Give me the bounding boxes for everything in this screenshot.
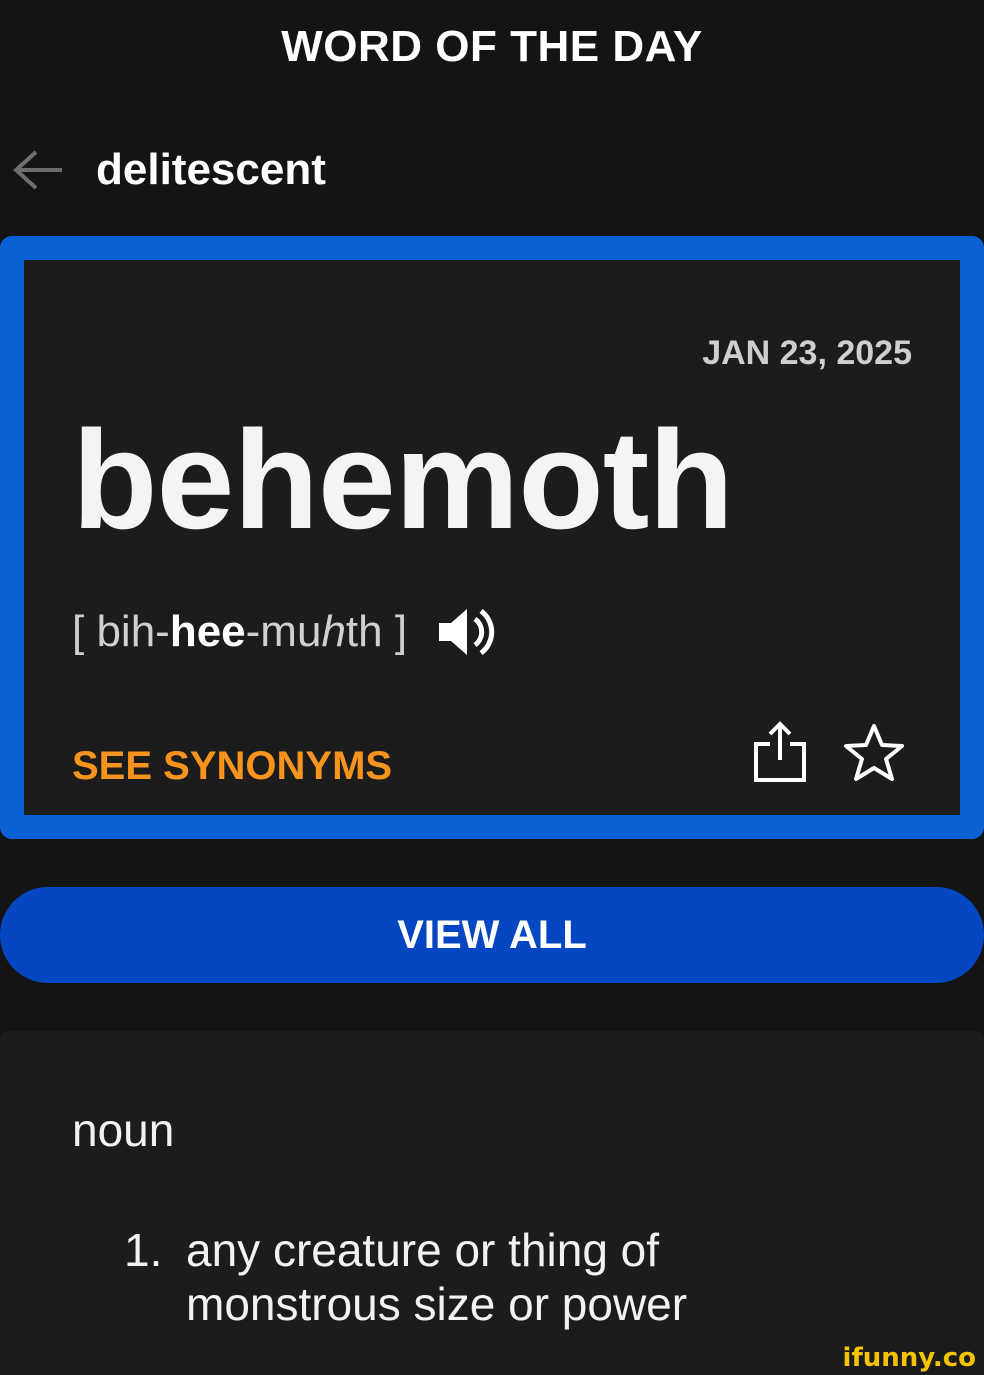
word-date: JAN 23, 2025 — [702, 334, 912, 372]
definition-panel: noun 1. any creature or thing of monstro… — [0, 1031, 984, 1375]
speaker-icon[interactable] — [437, 605, 497, 659]
definition-number: 1. — [124, 1224, 163, 1276]
ifunny-watermark: ifunny.co — [842, 1343, 976, 1373]
back-arrow-icon[interactable] — [10, 142, 66, 198]
see-synonyms-link[interactable]: SEE SYNONYMS — [72, 744, 392, 789]
definition-item: 1. any creature or thing of monstrous si… — [124, 1223, 744, 1331]
pronunciation-close-bracket: ] — [382, 607, 408, 656]
definition-text: any creature or thing of monstrous size … — [186, 1224, 688, 1330]
pronunciation-syllable-2: -mu — [245, 607, 322, 656]
page-title: WORD OF THE DAY — [281, 22, 703, 71]
word-of-the-day-page: WORD OF THE DAY delitescent JAN 23, 2025… — [0, 0, 984, 1375]
word-card: JAN 23, 2025 behemoth [ bih- hee -mu h t… — [0, 236, 984, 839]
pronunciation-open-bracket: [ — [72, 607, 97, 656]
word-title: behemoth — [72, 401, 734, 558]
pronunciation-syllable-3: th — [345, 607, 383, 656]
pronunciation-stressed-syllable: hee — [169, 607, 246, 656]
pronunciation-italic-letter: h — [321, 607, 346, 656]
view-all-button[interactable]: VIEW ALL — [0, 887, 984, 983]
previous-word-row[interactable]: delitescent — [10, 140, 326, 200]
part-of-speech: noun — [72, 1104, 175, 1156]
pronunciation: [ bih- hee -mu h th ] — [72, 605, 497, 659]
pronunciation-syllable-1: bih- — [96, 607, 170, 656]
previous-word[interactable]: delitescent — [96, 145, 326, 195]
favorite-star-icon[interactable] — [842, 722, 906, 784]
share-icon[interactable] — [750, 720, 810, 784]
